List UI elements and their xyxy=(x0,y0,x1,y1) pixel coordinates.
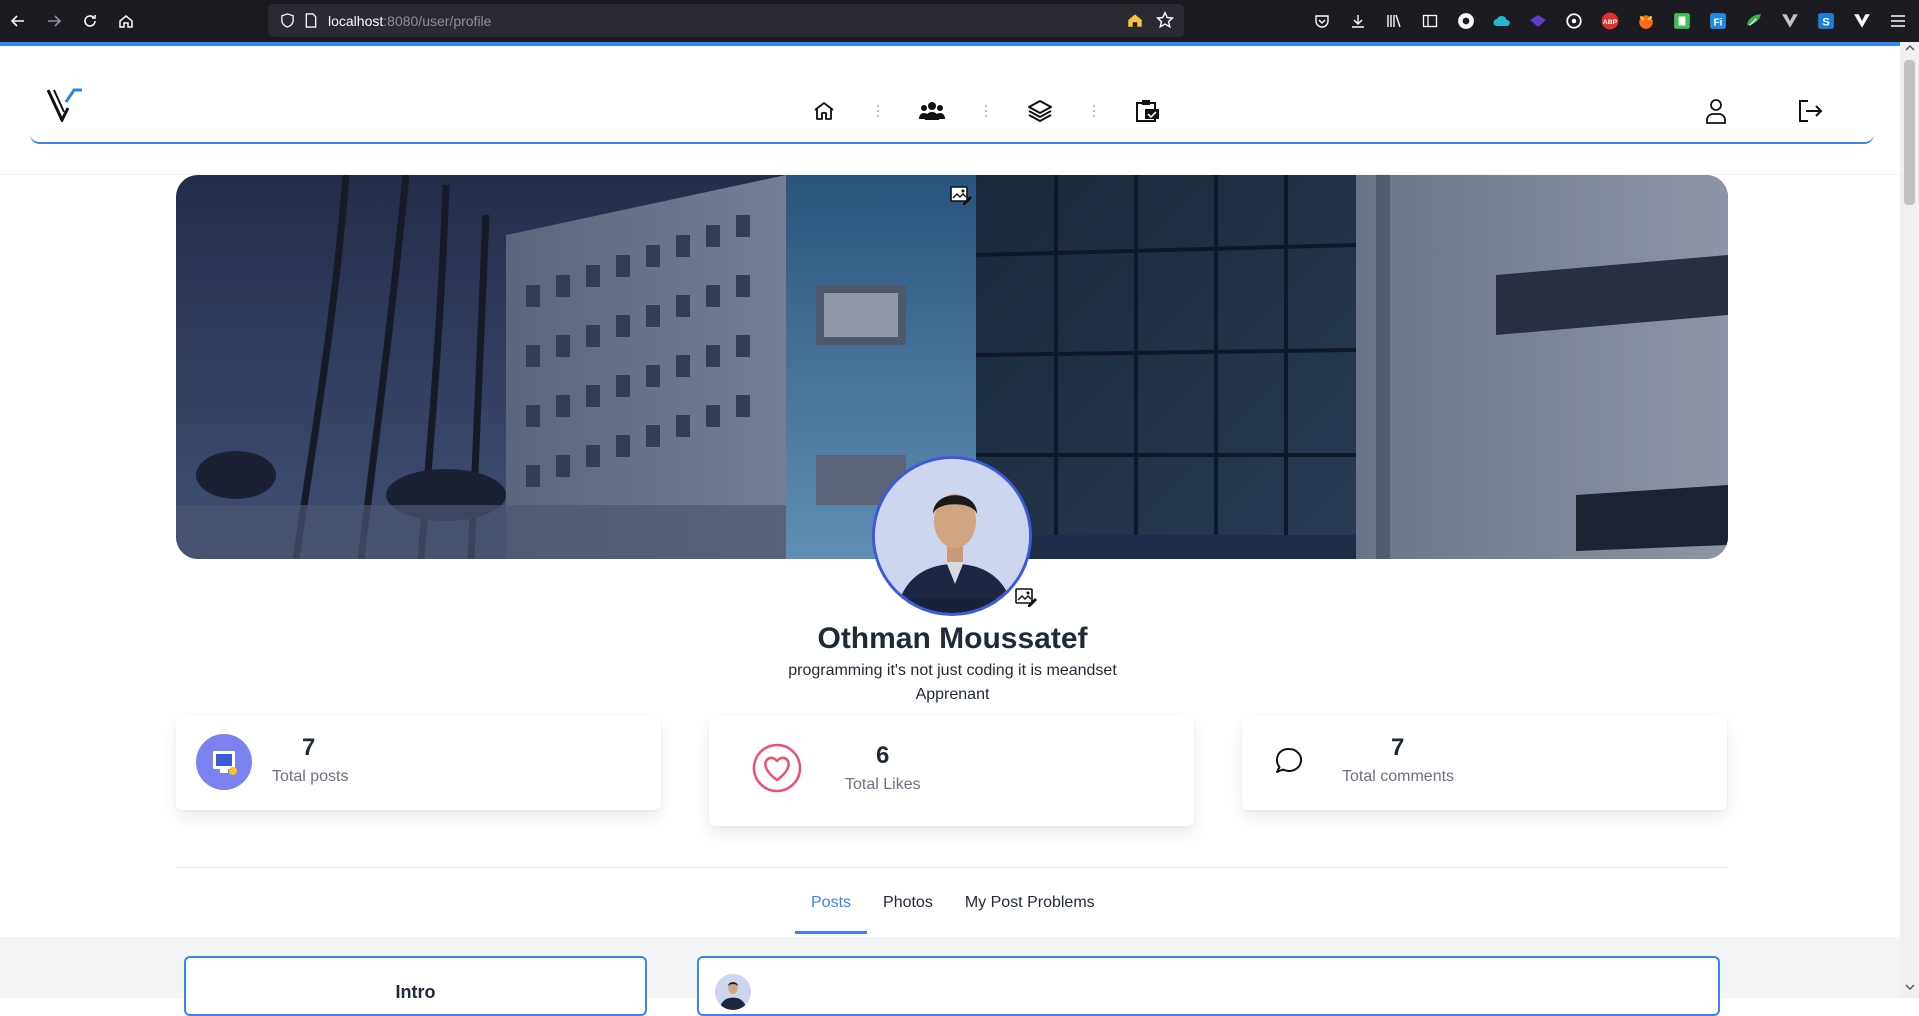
section-divider xyxy=(176,867,1728,868)
app-logo[interactable] xyxy=(46,88,86,124)
s-extension-icon[interactable]: S xyxy=(1815,10,1837,32)
pocket-icon[interactable] xyxy=(1311,10,1333,32)
home-icon xyxy=(119,15,133,28)
post-composer-panel xyxy=(697,956,1720,1016)
posts-icon xyxy=(196,734,252,790)
stat-card-comments: 7 Total comments xyxy=(1242,716,1727,810)
stat-card-likes: 6 Total Likes xyxy=(709,716,1194,826)
stat-label-likes: Total Likes xyxy=(845,776,921,793)
openai-icon[interactable] xyxy=(1563,10,1585,32)
page-scrollbar[interactable] xyxy=(1900,42,1919,998)
svg-text:Fi: Fi xyxy=(1714,18,1723,29)
menu-icon[interactable] xyxy=(1887,10,1909,32)
svg-text:S: S xyxy=(1822,17,1830,29)
stat-value-posts: 7 xyxy=(302,734,316,761)
clipboard-check-icon xyxy=(1136,100,1159,122)
sidebar-icon[interactable] xyxy=(1419,10,1441,32)
nav-separator xyxy=(976,99,996,123)
vue-icon[interactable] xyxy=(1851,10,1873,32)
stat-value-comments: 7 xyxy=(1391,734,1405,761)
extension-circle-icon[interactable] xyxy=(1455,10,1477,32)
scroll-up-arrow[interactable] xyxy=(1903,44,1916,57)
main-nav xyxy=(800,94,1172,128)
browser-toolbar: localhost:8080/user/profile ABP Fi S xyxy=(0,0,1919,42)
profile-name: Othman Moussatef xyxy=(817,622,1088,655)
logout-icon xyxy=(1799,100,1823,122)
profile-tabs: Posts Photos My Post Problems xyxy=(795,886,1111,934)
forward-button[interactable] xyxy=(36,0,72,42)
extensions-toolbar: ABP Fi S xyxy=(1311,0,1909,42)
stat-value-likes: 6 xyxy=(876,742,890,769)
tab-posts[interactable]: Posts xyxy=(795,886,868,934)
fox-icon[interactable] xyxy=(1635,10,1657,32)
users-icon xyxy=(919,102,945,120)
leaf-icon[interactable] xyxy=(1743,10,1765,32)
reload-icon xyxy=(84,15,96,27)
vuejs-devtools-icon[interactable] xyxy=(1779,10,1801,32)
svg-text:ABP: ABP xyxy=(1603,19,1618,26)
cloud-icon[interactable] xyxy=(1491,10,1513,32)
url-text[interactable]: localhost:8080/user/profile xyxy=(328,13,491,29)
user-nav xyxy=(1692,94,1834,128)
home-icon xyxy=(814,102,834,120)
heart-icon xyxy=(751,742,803,794)
user-icon xyxy=(1706,99,1726,124)
nav-clipboard[interactable] xyxy=(1124,94,1172,128)
page-icon xyxy=(305,13,317,28)
evernote-icon[interactable] xyxy=(1671,10,1693,32)
arrow-left-icon xyxy=(10,15,24,27)
home-button[interactable] xyxy=(108,0,144,42)
image-edit-icon xyxy=(950,186,972,205)
profile-bio: programming it's not just coding it is m… xyxy=(788,662,1117,679)
library-icon[interactable] xyxy=(1383,10,1405,32)
home-page-icon[interactable] xyxy=(1126,11,1144,29)
nav-groups[interactable] xyxy=(908,94,956,128)
nav-separator xyxy=(868,99,888,123)
scroll-thumb[interactable] xyxy=(1904,60,1915,205)
arrow-right-icon xyxy=(48,15,62,27)
intro-panel: Intro xyxy=(184,956,647,1016)
profile-avatar xyxy=(872,456,1032,616)
tab-my-post-problems[interactable]: My Post Problems xyxy=(949,886,1111,934)
back-button[interactable] xyxy=(0,0,36,42)
edit-avatar-button[interactable] xyxy=(1015,586,1037,608)
intro-title: Intro xyxy=(395,982,436,1002)
nav-home[interactable] xyxy=(800,94,848,128)
logo-icon xyxy=(46,88,82,124)
url-path: :8080/user/profile xyxy=(383,13,492,29)
nav-layers[interactable] xyxy=(1016,94,1064,128)
profile-role: Apprenant xyxy=(915,686,990,703)
stat-label-posts: Total posts xyxy=(272,768,349,785)
logout-button[interactable] xyxy=(1786,94,1834,128)
adblock-icon[interactable]: ABP xyxy=(1599,10,1621,32)
star-icon[interactable] xyxy=(1156,11,1174,29)
url-host: localhost xyxy=(328,13,384,29)
translate-icon[interactable]: Fi xyxy=(1707,10,1729,32)
stat-card-posts: 7 Total posts xyxy=(176,716,661,810)
shield-icon[interactable] xyxy=(280,13,295,28)
gem-icon[interactable] xyxy=(1527,10,1549,32)
app-header xyxy=(30,46,1874,144)
comment-icon xyxy=(1274,746,1304,776)
reload-button[interactable] xyxy=(72,0,108,42)
edit-cover-button[interactable] xyxy=(950,184,972,206)
stat-label-comments: Total comments xyxy=(1342,768,1455,785)
url-bar[interactable]: localhost:8080/user/profile xyxy=(268,4,1184,37)
composer-avatar xyxy=(715,974,751,1010)
download-icon[interactable] xyxy=(1347,10,1369,32)
nav-separator xyxy=(1084,99,1104,123)
scroll-down-arrow[interactable] xyxy=(1903,983,1916,996)
image-edit-icon xyxy=(1015,588,1037,607)
profile-button[interactable] xyxy=(1692,94,1740,128)
profile-photo xyxy=(875,459,1029,613)
layers-icon xyxy=(1028,100,1052,122)
tab-photos[interactable]: Photos xyxy=(867,886,949,934)
